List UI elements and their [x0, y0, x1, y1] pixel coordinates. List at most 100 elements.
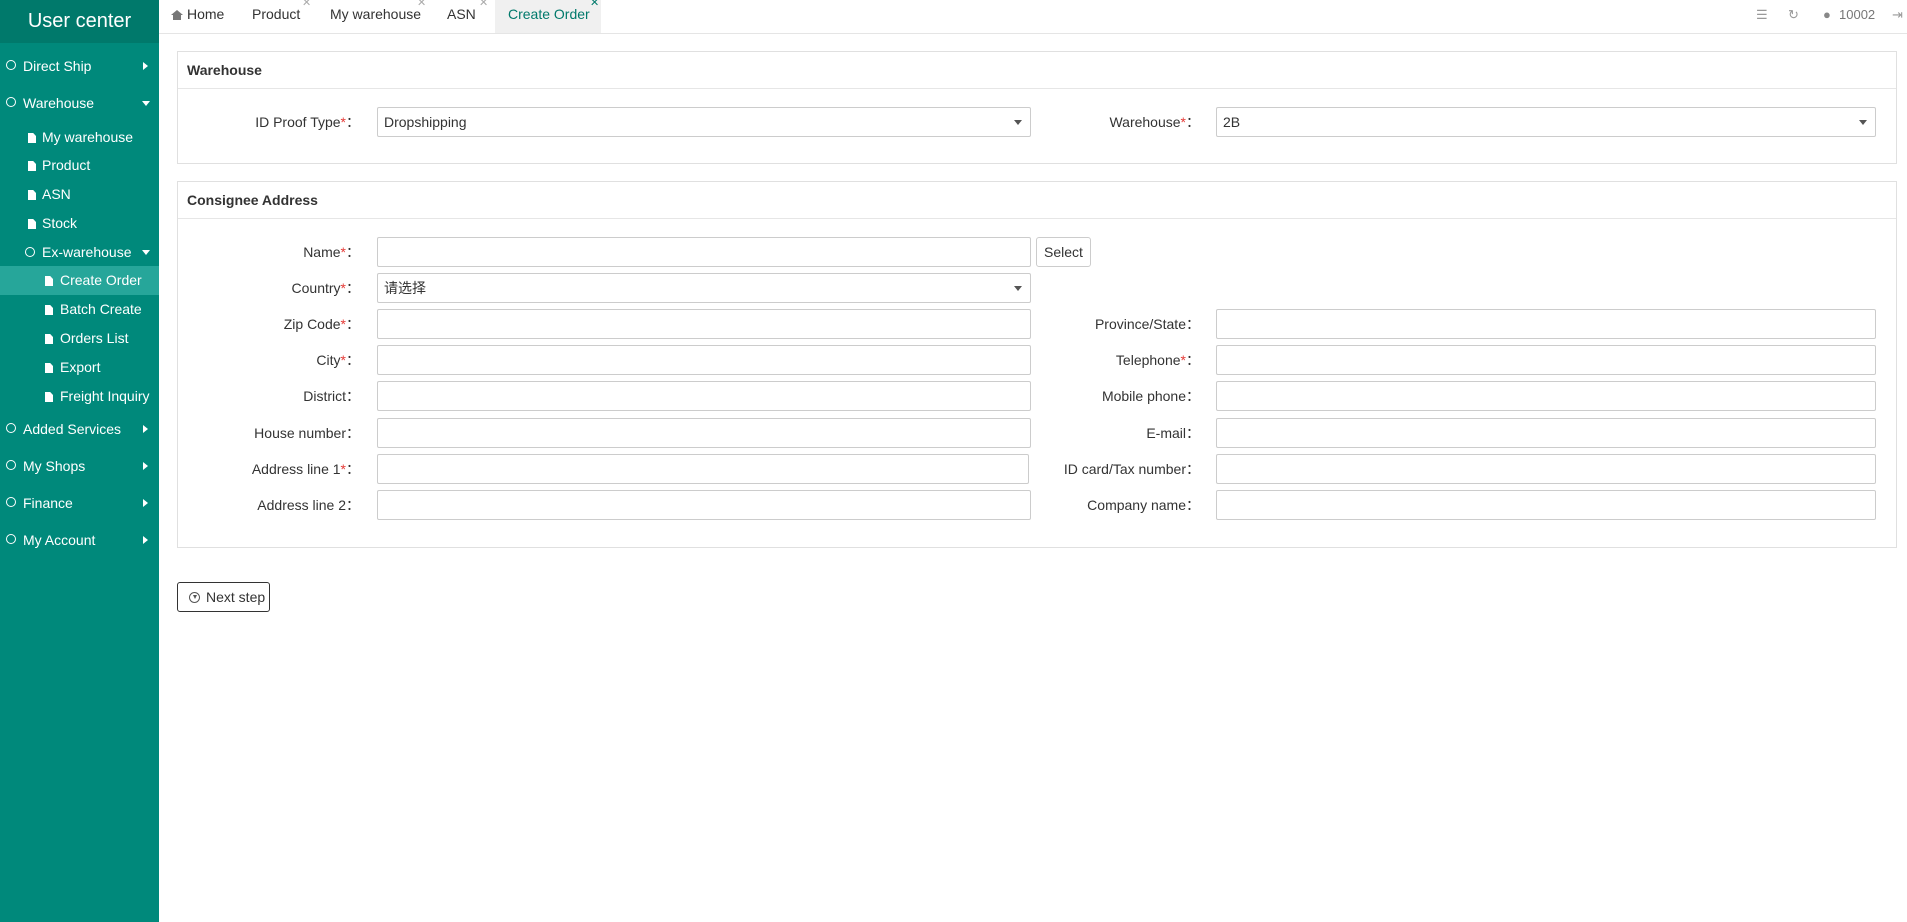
nav-label: ASN — [42, 186, 71, 202]
caret-right-icon — [143, 425, 148, 433]
warehouse-select[interactable]: 2B — [1216, 107, 1876, 137]
nav-product[interactable]: Product — [0, 151, 159, 180]
nav-my-warehouse[interactable]: My warehouse — [0, 123, 159, 152]
tab-home[interactable]: Home — [171, 0, 231, 33]
tab-product[interactable]: Product ✕ — [252, 0, 312, 33]
chevron-down-icon — [1014, 286, 1022, 291]
telephone-input[interactable] — [1216, 345, 1876, 375]
nav-label: Finance — [23, 495, 73, 511]
caret-right-icon — [143, 536, 148, 544]
circle-icon — [6, 460, 16, 470]
district-input[interactable] — [377, 381, 1031, 411]
file-icon — [45, 305, 53, 315]
email-input[interactable] — [1216, 418, 1876, 448]
refresh-icon[interactable]: ↻ — [1788, 7, 1799, 23]
nav-batch-create[interactable]: Batch Create — [0, 295, 159, 324]
panel-title: Warehouse — [178, 52, 1896, 89]
circle-icon — [6, 497, 16, 507]
nav-stock[interactable]: Stock — [0, 209, 159, 238]
nav-my-account[interactable]: My Account — [0, 525, 159, 555]
country-select[interactable]: 请选择 — [377, 273, 1031, 303]
nav-orders-list[interactable]: Orders List — [0, 324, 159, 353]
panel-title: Consignee Address — [178, 182, 1896, 219]
nav-label: Export — [60, 359, 101, 375]
mobile-input[interactable] — [1216, 381, 1876, 411]
name-input[interactable] — [377, 237, 1031, 267]
tab-create-order[interactable]: Create Order ✕ — [495, 0, 601, 33]
id-proof-type-select[interactable]: Dropshipping — [377, 107, 1031, 137]
nav-added-services[interactable]: Added Services — [0, 414, 159, 444]
caret-right-icon — [143, 62, 148, 70]
consignee-panel: Consignee Address Name*： Select Country*… — [177, 181, 1897, 548]
tab-asn[interactable]: ASN ✕ — [447, 0, 488, 33]
telephone-label: Telephone*： — [1115, 352, 1200, 368]
id-card-input[interactable] — [1216, 454, 1876, 484]
nav-warehouse[interactable]: Warehouse — [0, 88, 159, 118]
house-number-input[interactable] — [377, 418, 1031, 448]
menu-icon[interactable]: ☰ — [1756, 7, 1768, 23]
nav-label: My Account — [23, 532, 96, 548]
select-button[interactable]: Select — [1036, 237, 1091, 267]
file-icon — [45, 363, 53, 373]
close-icon[interactable]: ✕ — [302, 0, 311, 13]
nav-my-shops[interactable]: My Shops — [0, 451, 159, 481]
chevron-down-icon — [1859, 120, 1867, 125]
next-step-label: Next step — [206, 589, 266, 605]
nav-label: Freight Inquiry — [60, 388, 150, 404]
warehouse-label: Warehouse*： — [1109, 114, 1200, 130]
nav-label: Batch Create — [60, 301, 142, 317]
nav-label: Added Services — [23, 421, 122, 437]
company-name-label: Company name： — [1087, 497, 1200, 513]
brand-title: User center — [0, 0, 159, 43]
province-label: Province/State： — [1094, 316, 1200, 332]
logout-icon[interactable]: ⇥ — [1892, 7, 1903, 23]
tab-label: Product — [252, 6, 301, 22]
company-name-input[interactable] — [1216, 490, 1876, 520]
tab-label: My warehouse — [330, 6, 422, 22]
id-card-label: ID card/Tax number： — [1063, 461, 1200, 477]
circle-icon — [6, 534, 16, 544]
city-input[interactable] — [377, 345, 1031, 375]
user-icon: ● — [1823, 7, 1831, 22]
close-icon[interactable]: ✕ — [590, 0, 599, 13]
nav-label: Warehouse — [23, 95, 95, 111]
file-icon — [45, 276, 53, 286]
nav-label: Create Order — [60, 272, 142, 288]
nav-create-order[interactable]: Create Order — [0, 266, 159, 295]
caret-down-icon — [142, 101, 150, 106]
nav-finance[interactable]: Finance — [0, 488, 159, 518]
user-id[interactable]: 10002 — [1839, 7, 1875, 22]
tab-label: Home — [187, 6, 225, 22]
caret-right-icon — [143, 499, 148, 507]
country-label: Country*： — [291, 280, 360, 296]
province-input[interactable] — [1216, 309, 1876, 339]
address-line1-input[interactable] — [377, 454, 1029, 484]
nav-asn[interactable]: ASN — [0, 180, 159, 209]
close-icon[interactable]: ✕ — [479, 0, 488, 13]
district-label: District： — [303, 388, 360, 404]
nav-freight-inquiry[interactable]: Freight Inquiry — [0, 382, 159, 411]
zip-code-input[interactable] — [377, 309, 1031, 339]
file-icon — [28, 190, 36, 200]
tab-my-warehouse[interactable]: My warehouse ✕ — [330, 0, 426, 33]
nav-label: Stock — [42, 215, 78, 231]
id-proof-type-label: ID Proof Type*： — [255, 114, 360, 130]
nav-ex-warehouse[interactable]: Ex-warehouse — [0, 238, 159, 267]
file-icon — [28, 133, 36, 143]
address-line2-input[interactable] — [377, 490, 1031, 520]
close-icon[interactable]: ✕ — [417, 0, 426, 13]
nav-export[interactable]: Export — [0, 353, 159, 382]
file-icon — [28, 161, 36, 171]
file-icon — [45, 334, 53, 344]
tab-bar: Home Product ✕ My warehouse ✕ ASN ✕ Crea… — [159, 0, 1907, 34]
file-icon — [45, 392, 53, 402]
nav-label: Product — [42, 157, 91, 173]
circle-icon — [6, 423, 16, 433]
warehouse-panel: Warehouse ID Proof Type*： Dropshipping W… — [177, 51, 1897, 164]
nav-label: Orders List — [60, 330, 129, 346]
circle-icon — [6, 60, 16, 70]
caret-right-icon — [143, 462, 148, 470]
next-step-button[interactable]: Next step — [177, 582, 270, 612]
home-icon — [171, 10, 183, 20]
nav-direct-ship[interactable]: Direct Ship — [0, 51, 159, 81]
